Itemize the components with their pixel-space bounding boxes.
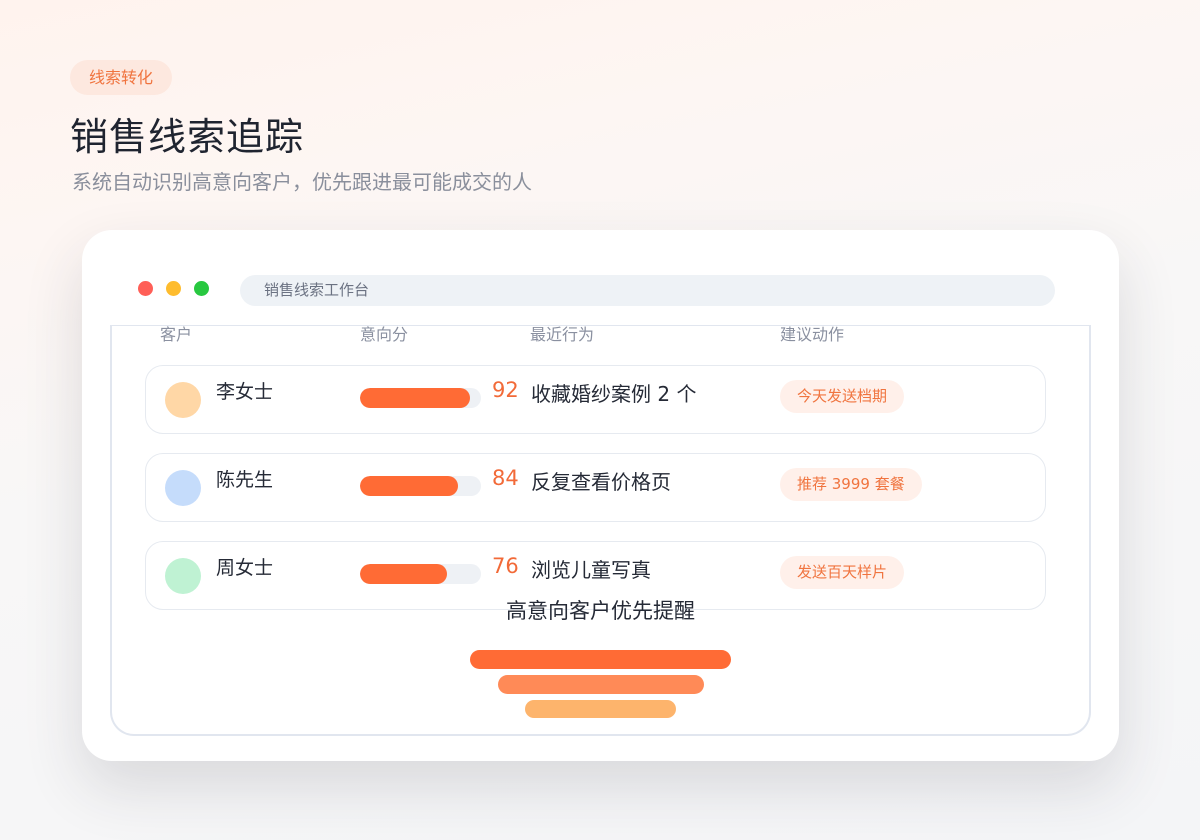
suggested-action-tag[interactable]: 发送百天样片	[780, 556, 905, 589]
column-header-customer: 客户	[160, 325, 193, 344]
score-value: 76	[492, 554, 519, 578]
funnel-stage-bar	[470, 650, 731, 669]
funnel-stage-bar	[525, 700, 676, 718]
column-header-action: 建议动作	[780, 325, 845, 344]
close-window-icon[interactable]	[138, 281, 153, 296]
page-title: 销售线索追踪	[70, 115, 305, 159]
score-value: 84	[492, 466, 519, 490]
recent-behavior: 浏览儿童写真	[531, 558, 651, 582]
lead-row[interactable]: 陈先生 84 反复查看价格页 推荐 3999 套餐	[145, 453, 1046, 522]
minimize-window-icon[interactable]	[166, 281, 181, 296]
avatar	[165, 470, 201, 506]
suggested-action-tag[interactable]: 今天发送档期	[780, 380, 905, 413]
score-bar-fill	[360, 388, 470, 408]
funnel-title: 高意向客户优先提醒	[506, 599, 695, 623]
score-bar-fill	[360, 564, 447, 584]
avatar	[165, 558, 201, 594]
suggested-action-tag[interactable]: 推荐 3999 套餐	[780, 468, 922, 501]
avatar	[165, 382, 201, 418]
app-window: 销售线索工作台 客户 意向分 最近行为 建议动作 李女士 92 收藏婚纱案例 2…	[82, 230, 1119, 761]
column-header-behavior: 最近行为	[530, 325, 595, 344]
column-header-score: 意向分	[360, 325, 409, 344]
address-bar[interactable]: 销售线索工作台	[240, 275, 1055, 306]
score-bar-fill	[360, 476, 458, 496]
section-badge: 线索转化	[70, 60, 172, 95]
page-subtitle: 系统自动识别高意向客户，优先跟进最可能成交的人	[72, 170, 532, 194]
score-bar	[360, 564, 481, 584]
lead-row[interactable]: 李女士 92 收藏婚纱案例 2 个 今天发送档期	[145, 365, 1046, 434]
funnel-stage-bar	[498, 675, 704, 694]
customer-name: 李女士	[216, 381, 274, 403]
score-bar	[360, 476, 481, 496]
recent-behavior: 收藏婚纱案例 2 个	[531, 382, 697, 406]
customer-name: 周女士	[216, 557, 274, 579]
recent-behavior: 反复查看价格页	[531, 470, 671, 494]
maximize-window-icon[interactable]	[194, 281, 209, 296]
customer-name: 陈先生	[216, 469, 274, 491]
score-bar	[360, 388, 481, 408]
score-value: 92	[492, 378, 519, 402]
